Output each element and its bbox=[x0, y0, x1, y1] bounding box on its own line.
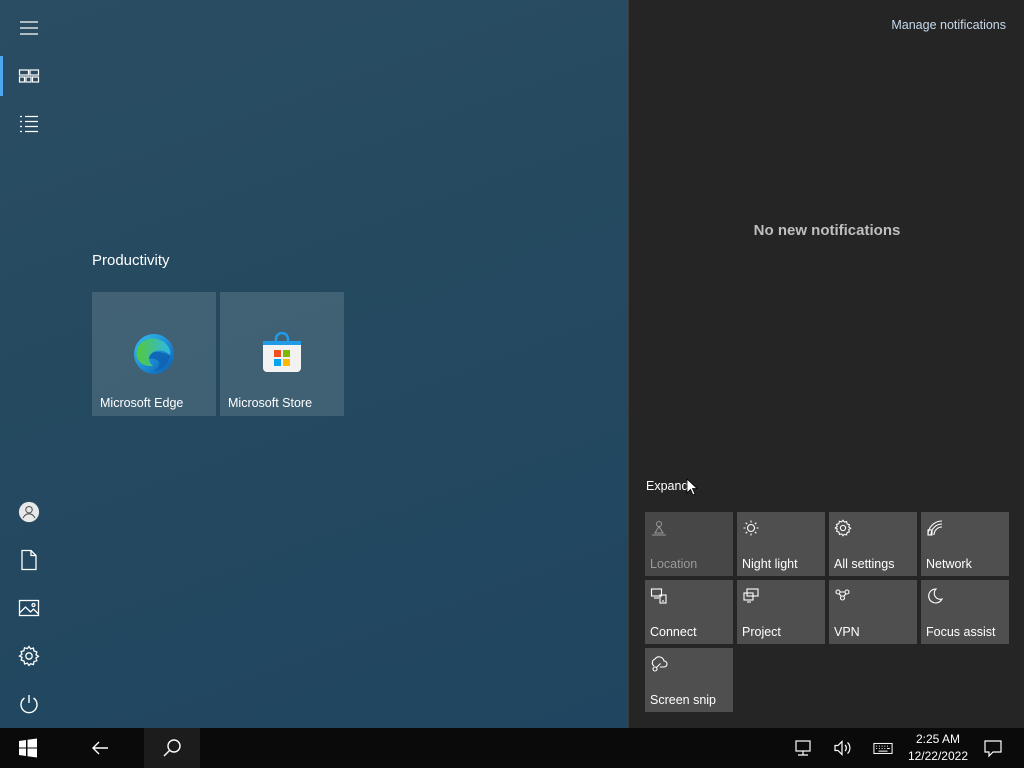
tile-label: Microsoft Edge bbox=[100, 396, 184, 410]
screen-snip-icon bbox=[651, 656, 668, 672]
settings-gear-icon bbox=[18, 645, 40, 667]
tile-microsoft-edge[interactable]: Microsoft Edge bbox=[92, 292, 216, 416]
network-icon bbox=[927, 520, 943, 536]
settings-button[interactable] bbox=[0, 632, 58, 680]
quick-action-network[interactable]: Network bbox=[921, 512, 1009, 576]
connect-icon bbox=[650, 588, 667, 604]
user-account-button[interactable] bbox=[0, 488, 58, 536]
action-center-panel: Manage notifications No new notification… bbox=[628, 0, 1024, 728]
search-button[interactable] bbox=[144, 728, 200, 768]
back-button[interactable] bbox=[76, 728, 124, 768]
pictures-icon bbox=[18, 599, 40, 617]
volume-icon bbox=[834, 740, 851, 756]
power-icon bbox=[20, 695, 38, 714]
project-icon bbox=[743, 588, 759, 603]
location-icon bbox=[652, 521, 666, 536]
quick-action-label: Network bbox=[926, 557, 972, 571]
network-tray-icon bbox=[795, 740, 811, 756]
quick-action-label: Screen snip bbox=[650, 693, 717, 707]
quick-action-vpn[interactable]: VPN bbox=[829, 580, 917, 644]
mouse-cursor-icon bbox=[686, 478, 698, 496]
quick-action-label: All settings bbox=[834, 557, 895, 571]
store-icon bbox=[263, 332, 301, 372]
hamburger-menu-icon bbox=[20, 21, 38, 35]
tile-group-title[interactable]: Productivity bbox=[92, 252, 170, 269]
quick-action-night-light[interactable]: Night light bbox=[737, 512, 825, 576]
edge-icon bbox=[134, 334, 174, 374]
system-clock[interactable]: 2:25 AM 12/22/2022 bbox=[908, 731, 968, 765]
all-apps-list-icon bbox=[20, 115, 38, 133]
search-icon bbox=[163, 739, 181, 757]
clock-date: 12/22/2022 bbox=[907, 749, 968, 763]
settings-gear-icon bbox=[834, 519, 852, 537]
quick-action-focus-assist[interactable]: Focus assist bbox=[921, 580, 1009, 644]
tile-label: Microsoft Store bbox=[228, 396, 313, 410]
expand-quick-actions-link[interactable]: Expand bbox=[646, 479, 688, 493]
tile-microsoft-store[interactable]: Microsoft Store bbox=[220, 292, 344, 416]
volume-button[interactable] bbox=[826, 728, 860, 768]
documents-icon bbox=[21, 549, 37, 571]
taskbar: 2:25 AM 12/22/2022 bbox=[0, 728, 1024, 768]
notification-center-button[interactable] bbox=[976, 728, 1010, 768]
hamburger-menu-button[interactable] bbox=[0, 4, 58, 52]
pictures-button[interactable] bbox=[0, 584, 58, 632]
clock-time: 2:25 AM bbox=[915, 732, 960, 746]
quick-action-label: Connect bbox=[650, 625, 697, 639]
user-account-icon bbox=[18, 501, 40, 523]
windows-start-icon bbox=[19, 738, 37, 758]
notification-center-icon bbox=[984, 740, 1002, 758]
pinned-tiles-button[interactable] bbox=[0, 52, 58, 100]
manage-notifications-link[interactable]: Manage notifications bbox=[891, 18, 1006, 32]
all-apps-list-button[interactable] bbox=[0, 100, 58, 148]
power-button[interactable] bbox=[0, 680, 58, 728]
back-arrow-icon bbox=[92, 741, 108, 755]
start-button[interactable] bbox=[0, 728, 56, 768]
pinned-tiles-icon bbox=[18, 69, 40, 83]
quick-action-location[interactable]: Location bbox=[645, 512, 733, 576]
quick-action-label: Project bbox=[742, 625, 781, 639]
night-light-icon bbox=[743, 520, 759, 536]
documents-button[interactable] bbox=[0, 536, 58, 584]
quick-action-all-settings[interactable]: All settings bbox=[829, 512, 917, 576]
active-indicator bbox=[0, 56, 3, 96]
start-menu-rail bbox=[0, 0, 58, 728]
touch-keyboard-button[interactable] bbox=[866, 728, 900, 768]
quick-action-label: Night light bbox=[742, 557, 798, 571]
moon-icon bbox=[928, 588, 944, 604]
vpn-icon bbox=[835, 589, 850, 601]
empty-notifications-message: No new notifications bbox=[753, 222, 901, 239]
network-tray-button[interactable] bbox=[786, 728, 820, 768]
start-menu: Productivity Microsoft Edge Microsoft St… bbox=[0, 0, 628, 728]
quick-action-label: VPN bbox=[834, 625, 860, 639]
touch-keyboard-icon bbox=[873, 742, 893, 754]
quick-action-label: Location bbox=[650, 557, 698, 571]
quick-action-label: Focus assist bbox=[926, 625, 996, 639]
quick-action-connect[interactable]: Connect bbox=[645, 580, 733, 644]
quick-action-screen-snip[interactable]: Screen snip bbox=[645, 648, 733, 712]
quick-action-project[interactable]: Project bbox=[737, 580, 825, 644]
